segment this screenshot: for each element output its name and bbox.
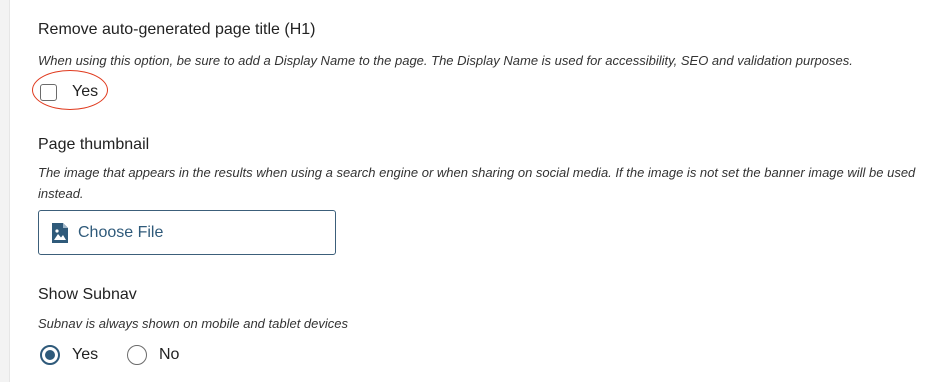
choose-file-button[interactable]: Choose File: [38, 210, 336, 255]
left-border: [0, 0, 10, 382]
remove-title-checkbox[interactable]: Yes: [40, 80, 98, 104]
subnav-help: Subnav is always shown on mobile and tab…: [38, 316, 349, 331]
image-file-icon: [50, 222, 70, 244]
thumbnail-help-line2: instead.: [38, 186, 84, 201]
subnav-label: Show Subnav: [38, 286, 137, 303]
radio-dot: [45, 350, 55, 360]
checkbox-box[interactable]: [40, 83, 57, 101]
remove-title-label: Remove auto-generated page title (H1): [38, 21, 316, 38]
subnav-radio-yes[interactable]: Yes: [40, 343, 98, 367]
radio-button[interactable]: [127, 345, 147, 365]
remove-title-help: When using this option, be sure to add a…: [38, 53, 853, 68]
thumbnail-label: Page thumbnail: [38, 136, 150, 153]
settings-panel: Remove auto-generated page title (H1) Wh…: [10, 0, 936, 382]
subnav-radio-yes-label[interactable]: Yes: [72, 346, 98, 364]
radio-button-selected[interactable]: [40, 345, 60, 365]
thumbnail-help-line1: The image that appears in the results wh…: [38, 165, 916, 180]
remove-title-checkbox-label[interactable]: Yes: [72, 83, 98, 101]
choose-file-label[interactable]: Choose File: [78, 224, 163, 242]
subnav-radio-no-label[interactable]: No: [159, 346, 179, 364]
subnav-radio-no[interactable]: No: [127, 343, 179, 367]
